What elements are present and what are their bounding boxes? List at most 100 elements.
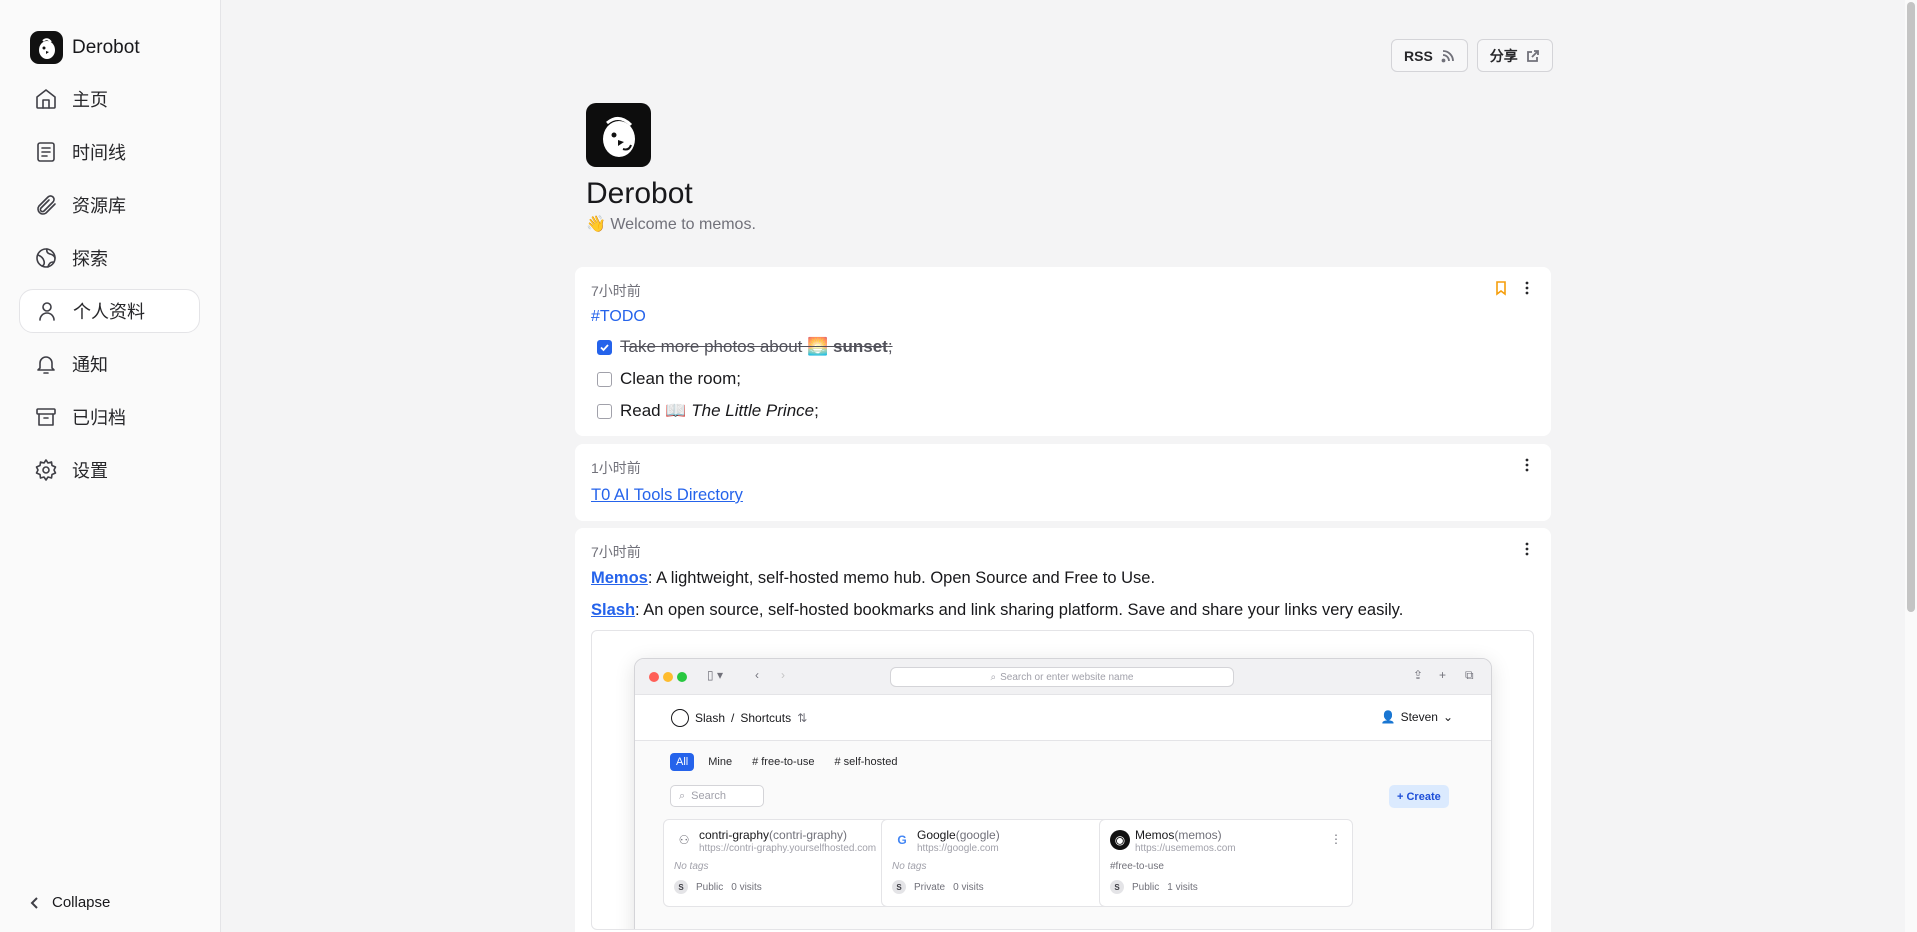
task-text: Clean the room; bbox=[620, 369, 741, 388]
memo-link[interactable]: T0 AI Tools Directory bbox=[591, 486, 743, 505]
memo-line: Slash: An open source, self-hosted bookm… bbox=[591, 601, 1404, 619]
user-icon: 👤 bbox=[1380, 710, 1396, 724]
task-item: Read 📖 The Little Prince; bbox=[597, 401, 819, 421]
rss-icon bbox=[1441, 49, 1454, 62]
header-actions: RSS 分享 bbox=[1391, 39, 1553, 72]
url-bar: ⌕ Search or enter website name bbox=[890, 667, 1234, 687]
bookmark-icon[interactable] bbox=[1493, 280, 1509, 296]
bell-icon bbox=[37, 356, 55, 374]
sidebar-item-label: 已归档 bbox=[72, 408, 126, 428]
home-icon bbox=[36, 89, 56, 109]
gear-icon bbox=[35, 459, 57, 481]
rss-label: RSS bbox=[1404, 47, 1433, 64]
timeline-icon bbox=[37, 142, 55, 162]
memo-line: Memos: A lightweight, self-hosted memo h… bbox=[591, 569, 1156, 587]
sidebar-item-label: 个人资料 bbox=[73, 302, 145, 322]
rss-button[interactable]: RSS bbox=[1391, 39, 1468, 72]
brand[interactable]: Derobot bbox=[30, 31, 140, 64]
memo-time: 1小时前 bbox=[591, 460, 641, 476]
scroll-thumb[interactable] bbox=[1907, 2, 1915, 612]
sidebar-item-home[interactable]: 主页 bbox=[19, 77, 200, 121]
share-icon: ⇪ bbox=[1413, 668, 1424, 682]
external-link-icon bbox=[1526, 49, 1539, 62]
shortcut-card: ◉ Memos(memos) https://usememos.com ⋮ #f… bbox=[1099, 819, 1353, 907]
brand-avatar bbox=[30, 31, 63, 64]
share-button[interactable]: 分享 bbox=[1476, 39, 1553, 72]
task-checkbox[interactable] bbox=[597, 403, 612, 419]
sidebar-item-resources[interactable]: 资源库 bbox=[19, 183, 200, 227]
archive-icon bbox=[36, 408, 56, 426]
memo-card: 1小时前 T0 AI Tools Directory bbox=[575, 444, 1551, 521]
profile-avatar bbox=[586, 103, 651, 167]
tabs-icon: ⧉ bbox=[1465, 668, 1474, 682]
sidebar-nav: 主页 时间线 资源库 探索 个人资料 通知 已归档 设置 bbox=[19, 77, 200, 501]
search-icon: ⌕ bbox=[990, 671, 997, 683]
memo-actions bbox=[1493, 280, 1535, 296]
shortcut-card: ⚇ contri-graphy(contri-graphy) https://c… bbox=[663, 819, 917, 907]
collapse-button[interactable]: Collapse bbox=[28, 894, 110, 911]
memo-time: 7小时前 bbox=[591, 283, 641, 299]
task-item: Take more photos about 🌅 sunset; bbox=[597, 337, 893, 357]
profile-name: Derobot bbox=[586, 177, 693, 210]
sidebar-item-label: 主页 bbox=[72, 90, 108, 110]
screenshot-window: ▯ ▾ ‹ › ⌕ Search or enter website name ⇪… bbox=[634, 658, 1492, 929]
share-label: 分享 bbox=[1489, 47, 1518, 64]
memo-tag[interactable]: #TODO bbox=[591, 308, 646, 326]
sidebar-item-explore[interactable]: 探索 bbox=[19, 236, 200, 280]
browser-toolbar: ▯ ▾ ‹ › ⌕ Search or enter website name ⇪… bbox=[635, 659, 1491, 695]
plus-icon: + bbox=[1439, 668, 1447, 682]
memo-time: 7小时前 bbox=[591, 544, 641, 560]
filter-chip: # self-hosted bbox=[834, 756, 898, 768]
task-checkbox[interactable] bbox=[597, 339, 612, 355]
paperclip-icon bbox=[37, 195, 56, 215]
user-menu: 👤 Steven ⌄ bbox=[1380, 710, 1453, 724]
more-icon[interactable] bbox=[1519, 541, 1535, 557]
memo-actions bbox=[1519, 541, 1535, 557]
filter-chip: All bbox=[670, 753, 695, 771]
sidebar-item-settings[interactable]: 设置 bbox=[19, 448, 200, 492]
slash-link[interactable]: Slash bbox=[591, 601, 635, 619]
brand-name: Derobot bbox=[72, 36, 140, 58]
scrollbar[interactable] bbox=[1905, 0, 1917, 932]
filter-chip: Mine bbox=[708, 756, 733, 768]
sidebar-item-notifications[interactable]: 通知 bbox=[19, 342, 200, 386]
memo-card: 7小时前 #TODO Take more photos about 🌅 suns… bbox=[575, 267, 1551, 436]
slash-logo-icon bbox=[671, 709, 689, 727]
task-text: Read 📖 The Little Prince; bbox=[620, 401, 819, 420]
more-icon: ⋮ bbox=[1330, 832, 1342, 846]
group-icon: ⚇ bbox=[678, 833, 690, 847]
chevron-down-icon: ⌄ bbox=[1442, 710, 1453, 724]
task-checkbox[interactable] bbox=[597, 371, 612, 387]
user-icon bbox=[39, 302, 55, 321]
back-icon: ‹ bbox=[755, 668, 759, 682]
sidebar-toggle-icon: ▯ ▾ bbox=[707, 668, 723, 682]
breadcrumb: Slash / Shortcuts ⇅ bbox=[671, 709, 807, 727]
more-icon[interactable] bbox=[1519, 457, 1535, 473]
slash-header: Slash / Shortcuts ⇅ 👤 Steven ⌄ bbox=[635, 695, 1491, 741]
task-item: Clean the room; bbox=[597, 369, 741, 389]
task-text: Take more photos about 🌅 sunset; bbox=[620, 337, 893, 356]
memos-logo-icon: ◉ bbox=[1110, 830, 1130, 850]
memo-card: 7小时前 Memos: A lightweight, self-hosted m… bbox=[575, 528, 1551, 932]
embed-search: ⌕ Search bbox=[670, 785, 764, 807]
more-icon[interactable] bbox=[1519, 280, 1535, 296]
sidebar-item-label: 探索 bbox=[72, 249, 108, 269]
sidebar: Derobot 主页 时间线 资源库 探索 个人资料 通知 已归档 设置 Col… bbox=[0, 0, 221, 932]
sidebar-item-label: 资源库 bbox=[72, 196, 126, 216]
search-icon: ⌕ bbox=[679, 789, 686, 802]
profile-description: 👋 Welcome to memos. bbox=[586, 216, 756, 233]
google-icon: G bbox=[897, 833, 907, 847]
memo-actions bbox=[1519, 457, 1535, 473]
shortcut-card: G Google(google) https://google.com ⋮ No… bbox=[881, 819, 1135, 907]
sidebar-item-timeline[interactable]: 时间线 bbox=[19, 130, 200, 174]
embed-create-button: + Create bbox=[1389, 785, 1449, 808]
filter-chips: All Mine # free-to-use # self-hosted bbox=[670, 753, 903, 771]
forward-icon: › bbox=[781, 668, 785, 682]
memos-link[interactable]: Memos bbox=[591, 569, 648, 587]
sidebar-item-label: 通知 bbox=[72, 355, 108, 375]
memo-image[interactable]: ▯ ▾ ‹ › ⌕ Search or enter website name ⇪… bbox=[591, 630, 1534, 930]
sidebar-item-profile[interactable]: 个人资料 bbox=[19, 289, 200, 333]
chevron-left-icon bbox=[30, 896, 38, 909]
sidebar-item-label: 时间线 bbox=[72, 143, 126, 163]
sidebar-item-archived[interactable]: 已归档 bbox=[19, 395, 200, 439]
